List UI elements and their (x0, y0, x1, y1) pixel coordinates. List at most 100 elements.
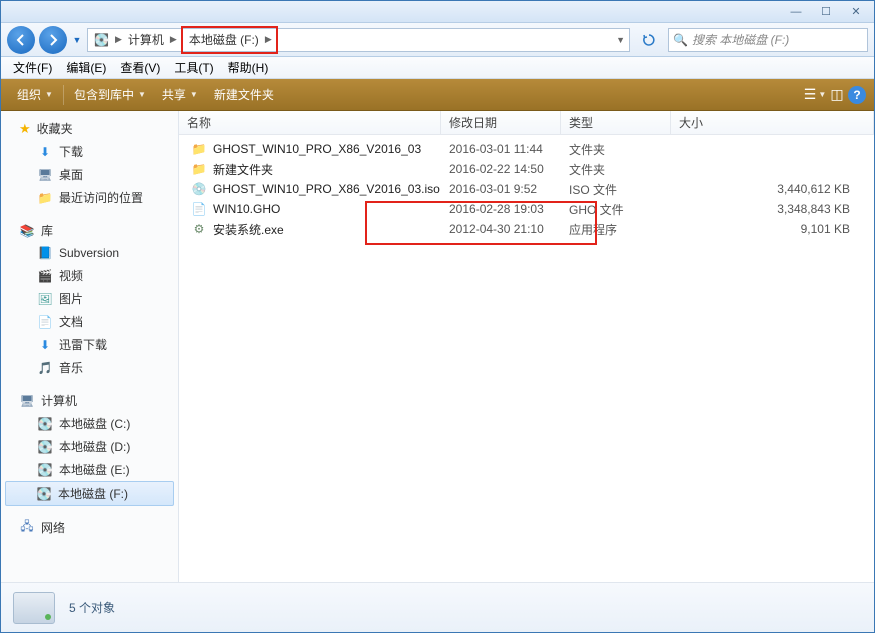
item-icon: 📄 (37, 314, 53, 330)
file-row[interactable]: 📁GHOST_WIN10_PRO_X86_V2016_032016-03-01 … (179, 139, 874, 159)
sidebar-lib-item-2[interactable]: 🖼图片 (1, 287, 178, 310)
organize-button[interactable]: 组织▼ (9, 82, 61, 107)
sidebar-comp-item-0[interactable]: 💽本地磁盘 (C:) (1, 412, 178, 435)
computer-header[interactable]: 🖥 计算机 (1, 389, 178, 412)
item-label: 文档 (59, 313, 83, 330)
help-button[interactable]: ? (848, 86, 866, 104)
file-size: 3,348,843 KB (671, 202, 874, 216)
object-count: 5 个对象 (69, 599, 115, 616)
file-icon: 📄 (191, 201, 207, 217)
preview-pane-button[interactable]: ◫ (826, 84, 848, 106)
file-name: 新建文件夹 (213, 161, 273, 178)
item-icon: 🎵 (37, 360, 53, 376)
file-row[interactable]: 📁新建文件夹2016-02-22 14:50文件夹 (179, 159, 874, 179)
breadcrumb[interactable]: 💽 ▶ 计算机 ▶ 本地磁盘 (F:) ▶ ▼ (87, 28, 630, 52)
file-date: 2016-03-01 9:52 (441, 182, 561, 196)
file-row[interactable]: 💿 GHOST_WIN10_PRO_X86_V2016_03.iso2016-03… (179, 179, 874, 199)
sidebar-lib-item-1[interactable]: 🎬视频 (1, 264, 178, 287)
col-size[interactable]: 大小 (671, 111, 874, 134)
forward-button[interactable] (39, 26, 67, 54)
close-button[interactable]: ✕ (842, 4, 870, 20)
libraries-header[interactable]: 📚 库 (1, 219, 178, 242)
sidebar-lib-item-3[interactable]: 📄 文档 (1, 310, 178, 333)
libraries-label: 库 (41, 222, 53, 239)
network-header[interactable]: 🖧 网络 (1, 516, 178, 539)
file-name: WIN10.GHO (213, 202, 280, 216)
file-type: 文件夹 (561, 141, 671, 158)
include-library-button[interactable]: 包含到库中▼ (66, 82, 154, 107)
file-size: 9,101 KB (671, 222, 874, 236)
explorer-window: — ☐ ✕ ▼ 💽 ▶ 计算机 ▶ 本地磁盘 (F:) ▶ ▼ 🔍 (0, 0, 875, 633)
item-label: 本地磁盘 (E:) (59, 461, 130, 478)
file-date: 2016-03-01 11:44 (441, 142, 561, 156)
col-date[interactable]: 修改日期 (441, 111, 561, 134)
share-button[interactable]: 共享▼ (154, 82, 206, 107)
sidebar-lib-item-5[interactable]: 🎵音乐 (1, 356, 178, 379)
statusbar: 5 个对象 (1, 582, 874, 632)
file-date: 2012-04-30 21:10 (441, 222, 561, 236)
item-icon: 📁 (37, 190, 53, 206)
sidebar-comp-item-1[interactable]: 💽 本地磁盘 (D:) (1, 435, 178, 458)
menu-help[interactable]: 帮助(H) (222, 57, 275, 78)
arrow-left-icon (15, 34, 27, 46)
menu-view[interactable]: 查看(V) (114, 57, 166, 78)
chevron-down-icon[interactable]: ▼ (614, 35, 627, 45)
menu-edit[interactable]: 编辑(E) (60, 57, 112, 78)
chevron-right-icon: ▶ (168, 34, 179, 45)
item-icon: 📘 (37, 245, 53, 261)
item-icon: 💽 (36, 486, 52, 502)
file-size: 3,440,612 KB (671, 182, 874, 196)
refresh-icon (642, 33, 656, 47)
file-icon: 💿 (191, 181, 207, 197)
sidebar-lib-item-4[interactable]: ⬇迅雷下载 (1, 333, 178, 356)
view-options-button[interactable]: ☰▼ (804, 84, 826, 106)
item-label: 本地磁盘 (D:) (59, 438, 130, 455)
menu-file[interactable]: 文件(F) (7, 57, 58, 78)
sidebar-comp-item-2[interactable]: 💽 本地磁盘 (E:) (1, 458, 178, 481)
file-row[interactable]: 📄WIN10.GHO2016-02-28 19:03GHO 文件3,348,84… (179, 199, 874, 219)
file-list[interactable]: 📁GHOST_WIN10_PRO_X86_V2016_032016-03-01 … (179, 135, 874, 582)
chevron-down-icon: ▼ (45, 90, 53, 99)
file-type: 文件夹 (561, 161, 671, 178)
chevron-down-icon: ▼ (190, 90, 198, 99)
sidebar-fav-item-0[interactable]: ⬇下载 (1, 140, 178, 163)
back-button[interactable] (7, 26, 35, 54)
search-icon: 🔍 (673, 33, 688, 47)
file-row[interactable]: ⚙安装系统.exe2012-04-30 21:10应用程序9,101 KB (179, 219, 874, 239)
file-name: 安装系统.exe (213, 221, 284, 238)
history-dropdown[interactable]: ▼ (71, 30, 83, 50)
search-placeholder: 搜索 本地磁盘 (F:) (692, 31, 789, 48)
sidebar-fav-item-2[interactable]: 📁最近访问的位置 (1, 186, 178, 209)
item-icon: 💽 (37, 462, 53, 478)
refresh-button[interactable] (638, 29, 660, 51)
computer-label: 计算机 (41, 392, 77, 409)
minimize-button[interactable]: — (782, 4, 810, 20)
sidebar-lib-item-0[interactable]: 📘Subversion (1, 242, 178, 264)
star-icon: ★ (19, 121, 31, 137)
breadcrumb-highlight: 本地磁盘 (F:) ▶ (181, 26, 278, 54)
file-type: 应用程序 (561, 221, 671, 238)
network-group: 🖧 网络 (1, 516, 178, 539)
network-icon: 🖧 (19, 520, 35, 536)
sidebar-fav-item-1[interactable]: 🖥桌面 (1, 163, 178, 186)
breadcrumb-computer[interactable]: 计算机 (124, 29, 168, 51)
new-folder-button[interactable]: 新建文件夹 (206, 82, 282, 107)
favorites-label: 收藏夹 (37, 120, 73, 137)
menu-tools[interactable]: 工具(T) (168, 57, 219, 78)
favorites-header[interactable]: ★ 收藏夹 (1, 117, 178, 140)
main-panel: 名称 修改日期 类型 大小 📁GHOST_WIN10_PRO_X86_V2016… (179, 111, 874, 582)
file-name: GHOST_WIN10_PRO_X86_V2016_03.iso (213, 182, 440, 196)
item-icon: 🖥 (37, 167, 53, 183)
col-name[interactable]: 名称 (179, 111, 441, 134)
computer-icon: 🖥 (19, 393, 35, 409)
item-label: 本地磁盘 (F:) (58, 485, 128, 502)
col-type[interactable]: 类型 (561, 111, 671, 134)
maximize-button[interactable]: ☐ (812, 4, 840, 20)
breadcrumb-drive[interactable]: 本地磁盘 (F:) (185, 28, 263, 52)
item-icon: 💽 (37, 439, 53, 455)
file-name: GHOST_WIN10_PRO_X86_V2016_03 (213, 142, 421, 156)
sidebar-comp-item-3[interactable]: 💽 本地磁盘 (F:) (5, 481, 174, 506)
libraries-group: 📚 库 📘Subversion🎬视频🖼图片 📄 文档 ⬇迅雷下载🎵音乐 (1, 219, 178, 379)
menubar: 文件(F) 编辑(E) 查看(V) 工具(T) 帮助(H) (1, 57, 874, 79)
search-input[interactable]: 🔍 搜索 本地磁盘 (F:) (668, 28, 868, 52)
